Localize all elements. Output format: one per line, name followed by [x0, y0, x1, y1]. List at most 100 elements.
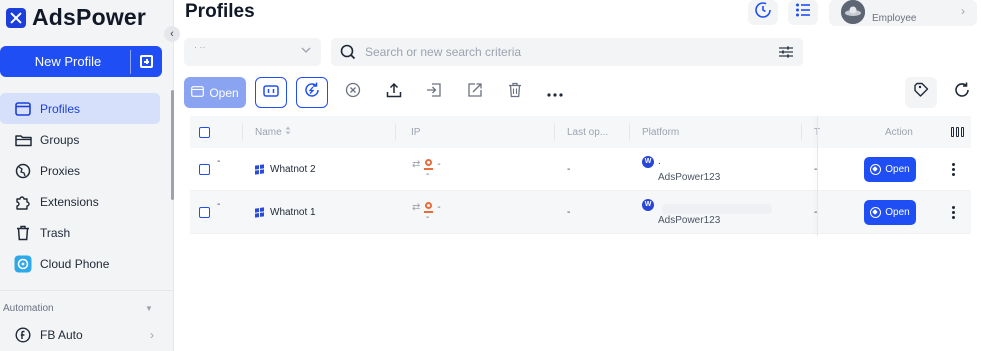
collapse-sidebar-button[interactable]: ‹ [164, 26, 180, 42]
row-checkbox[interactable] [199, 163, 210, 175]
tag-icon [913, 82, 929, 103]
refresh-icon [953, 81, 971, 104]
platform-name-redacted [662, 203, 772, 214]
platform-account: AdsPower123 [658, 214, 721, 226]
puzzle-icon [14, 193, 32, 211]
column-settings-button[interactable] [951, 116, 964, 148]
swap-icon: ⇄ [412, 201, 421, 213]
row-checkbox[interactable] [199, 206, 210, 218]
search-input[interactable] [357, 45, 777, 59]
filter-settings-icon[interactable] [777, 43, 795, 61]
sidebar-item-cloud-phone[interactable]: Cloud Phone [0, 248, 160, 279]
row-more-button[interactable] [952, 148, 955, 190]
column-divider [629, 124, 630, 140]
search-icon [339, 43, 357, 61]
refresh-button[interactable] [946, 77, 978, 108]
profile-name: Whatnot 2 [270, 163, 316, 175]
sidebar-item-label: Profiles [40, 101, 81, 116]
sidebar-item-label: Proxies [40, 163, 81, 178]
group-filter-select[interactable]: · ·· [184, 38, 321, 66]
action-cell: Open [864, 148, 916, 190]
last-open-cell: - [567, 191, 570, 233]
platform-cell: W . AdsPower123 [642, 148, 720, 190]
caret-down-icon[interactable]: ▼ [145, 304, 153, 313]
delete-button[interactable] [499, 77, 531, 108]
sidebar-item-trash[interactable]: Trash [0, 217, 160, 248]
import-icon [426, 82, 442, 103]
sync-window-icon [263, 84, 279, 102]
adspower-logo-icon [6, 7, 26, 28]
table-row[interactable]: - Whatnot 2 ⇄ - - - W . AdsPower123 - Op… [190, 148, 971, 191]
column-divider [554, 124, 555, 140]
column-header-name[interactable]: Name [255, 116, 291, 148]
row-more-button[interactable] [952, 191, 955, 233]
search-bar[interactable] [331, 38, 803, 66]
add-box-icon [140, 55, 153, 68]
open-selected-button[interactable]: Open [184, 77, 246, 108]
ip-value: - [437, 201, 441, 213]
location-pin-icon [424, 201, 434, 213]
ip-value: - [437, 158, 441, 170]
ip-cell: ⇄ - - [412, 148, 441, 190]
open-profile-button[interactable]: Open [864, 199, 916, 225]
move-to-group-button[interactable] [418, 77, 450, 108]
folder-icon [14, 131, 32, 149]
sidebar-item-fb-auto[interactable]: FB Auto › [0, 322, 160, 348]
share-icon [467, 82, 483, 103]
sidebar: AdsPower New Profile Profiles Groups Pro… [0, 0, 174, 351]
chevron-left-icon: ‹ [170, 28, 174, 40]
list-icon [795, 2, 811, 23]
open-button-label: Open [885, 163, 910, 175]
table-row[interactable]: - Whatnot 1 ⇄ - - - W AdsPower123 - Open [190, 191, 971, 234]
action-cell: Open [864, 191, 916, 233]
chevron-right-icon: › [961, 4, 965, 18]
close-circle-icon [345, 82, 361, 103]
windows-icon [255, 163, 264, 175]
user-role: Employee [872, 13, 917, 24]
window-sync-button[interactable] [255, 77, 287, 108]
sidebar-item-label: Groups [40, 132, 80, 147]
sidebar-scrollbar[interactable] [171, 90, 174, 200]
last-open-value: - [567, 206, 571, 218]
batch-add-button[interactable] [131, 46, 162, 77]
sidebar-item-groups[interactable]: Groups [0, 124, 160, 155]
column-header-platform: Platform [642, 116, 679, 148]
more-actions-button[interactable] [539, 77, 571, 108]
sort-icon[interactable] [285, 126, 291, 138]
sidebar-item-label: Trash [40, 225, 71, 240]
app-logo[interactable]: AdsPower [6, 4, 146, 31]
name-cell: Whatnot 2 [255, 148, 316, 190]
user-menu[interactable]: Employee › [829, 0, 977, 26]
sync-clock-icon [754, 1, 772, 24]
sidebar-item-proxies[interactable]: Proxies [0, 155, 160, 186]
column-label: Action [885, 126, 913, 138]
sidebar-item-profiles[interactable]: Profiles [0, 93, 160, 124]
ip-cell: ⇄ - - [412, 191, 441, 233]
more-vertical-icon [952, 162, 955, 176]
sidebar-item-extensions[interactable]: Extensions [0, 186, 160, 217]
location-pin-icon [424, 158, 434, 170]
app-name: AdsPower [32, 4, 147, 30]
table-header: Name IP Last op... Platform T Action [190, 116, 971, 148]
last-open-cell: - [567, 148, 570, 190]
facebook-auto-icon [14, 326, 32, 344]
column-header-last-open[interactable]: Last op... [567, 116, 608, 148]
section-divider [0, 290, 174, 291]
profile-name: Whatnot 1 [270, 206, 316, 218]
new-profile-button[interactable]: New Profile [0, 46, 162, 77]
swap-icon: ⇄ [412, 158, 421, 170]
sync-status-button[interactable] [748, 0, 778, 25]
close-browser-button[interactable] [337, 77, 369, 108]
column-divider [242, 124, 243, 140]
row-checkbox-cell [199, 191, 210, 233]
export-button[interactable] [378, 77, 410, 108]
chevron-right-icon: › [150, 328, 154, 342]
open-profile-button[interactable]: Open [864, 156, 916, 182]
check-proxy-button[interactable] [296, 77, 328, 108]
select-all-checkbox[interactable] [199, 126, 210, 138]
task-list-button[interactable] [788, 0, 818, 25]
share-button[interactable] [459, 77, 491, 108]
tag-button[interactable] [905, 77, 937, 108]
refresh-proxy-icon [303, 81, 321, 104]
browser-window-icon [191, 85, 205, 100]
